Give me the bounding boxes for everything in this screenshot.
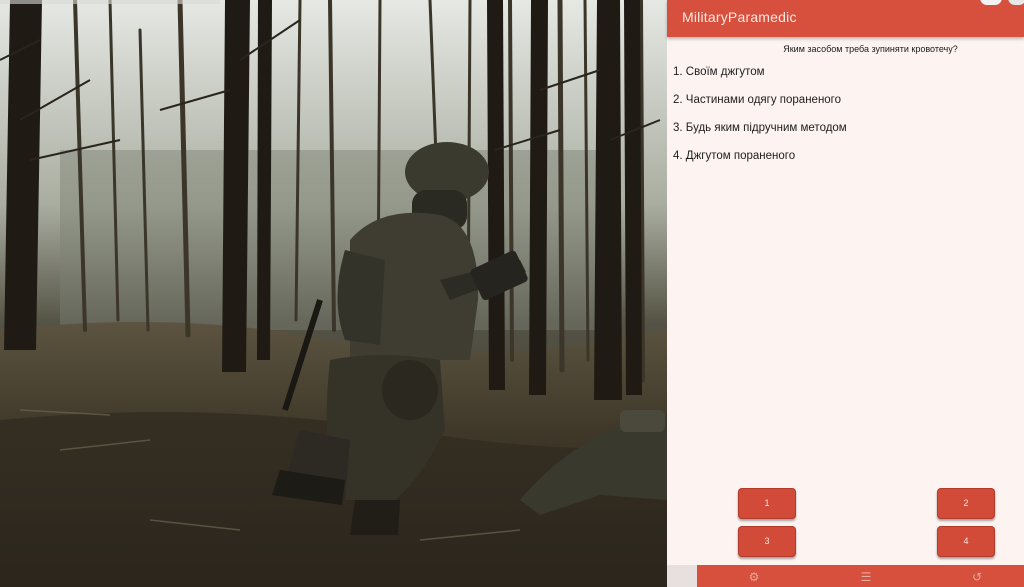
- app-title: MilitaryParamedic: [682, 9, 797, 25]
- bottom-navigation: ⚙ ☰ ↺: [697, 565, 1024, 587]
- gear-icon[interactable]: ⚙: [747, 570, 761, 584]
- app-panel: MilitaryParamedic Яким засобом треба зуп…: [667, 0, 1024, 587]
- question-text: Яким засобом треба зупиняти кровотечу?: [783, 44, 958, 54]
- video-frame: [0, 0, 667, 587]
- answer-button-1[interactable]: 1: [738, 488, 796, 519]
- answer-button-3[interactable]: 3: [738, 526, 796, 557]
- answer-button-2[interactable]: 2: [937, 488, 995, 519]
- screen: MilitaryParamedic Яким засобом треба зуп…: [0, 0, 1024, 587]
- answer-list: 1. Своїм джгутом 2. Частинами одягу пора…: [673, 66, 847, 178]
- list-icon[interactable]: ☰: [859, 570, 873, 584]
- answer-button-4[interactable]: 4: [937, 526, 995, 557]
- overflow-menu-icon[interactable]: [980, 0, 1002, 5]
- answer-option-2: 2. Частинами одягу пораненого: [673, 94, 842, 106]
- app-bar: MilitaryParamedic: [667, 0, 1024, 37]
- answer-option-4: 4. Джгутом пораненого: [673, 150, 796, 162]
- history-icon[interactable]: ↺: [970, 570, 984, 584]
- more-icon[interactable]: [1008, 0, 1024, 5]
- answer-option-3: 3. Будь яким підручним методом: [673, 122, 847, 134]
- answer-option-1: 1. Своїм джгутом: [673, 66, 765, 78]
- forest-scene-illustration: [0, 0, 667, 587]
- bottom-left-strip: [667, 565, 697, 587]
